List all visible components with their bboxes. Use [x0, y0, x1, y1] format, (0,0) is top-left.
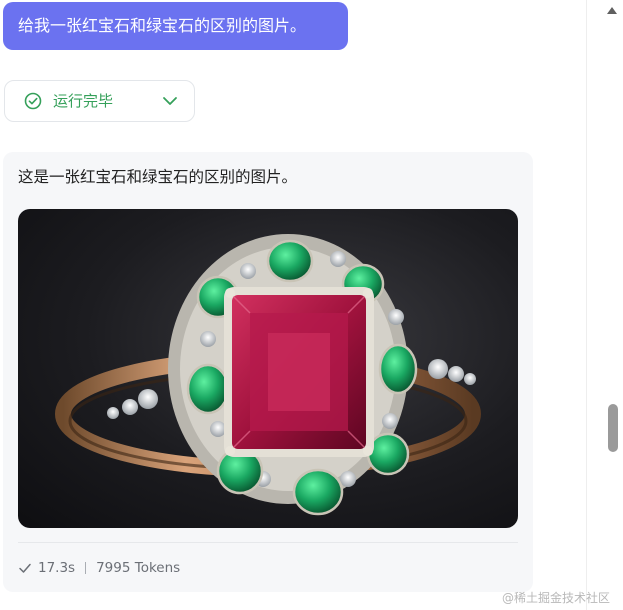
run-status-label: 运行完毕: [53, 92, 114, 110]
checkmark-icon: [19, 563, 31, 573]
meta-separator: [85, 562, 87, 574]
scrollbar-track[interactable]: [586, 0, 623, 610]
chevron-down-icon[interactable]: [161, 93, 179, 109]
answer-text: 这是一张红宝石和绿宝石的区别的图片。: [18, 168, 298, 186]
scrollbar-thumb[interactable]: [608, 404, 618, 452]
generated-image[interactable]: [18, 209, 518, 528]
check-circle-icon: [24, 92, 42, 110]
assistant-answer-card: 这是一张红宝石和绿宝石的区别的图片。 17.3s 7995 Tokens: [3, 152, 533, 592]
user-message-bubble: 给我一张红宝石和绿宝石的区别的图片。: [3, 2, 348, 50]
meta-divider: [18, 542, 518, 543]
answer-meta: 17.3s 7995 Tokens: [18, 557, 180, 579]
watermark: @稀土掘金技术社区: [502, 591, 611, 605]
run-status-toggle[interactable]: 运行完毕: [4, 80, 195, 122]
token-count: 7995 Tokens: [96, 560, 181, 576]
ruby-emerald-ring-illustration: [55, 234, 481, 516]
response-duration: 17.3s: [38, 560, 76, 576]
scroll-up-arrow-icon[interactable]: [606, 5, 618, 15]
